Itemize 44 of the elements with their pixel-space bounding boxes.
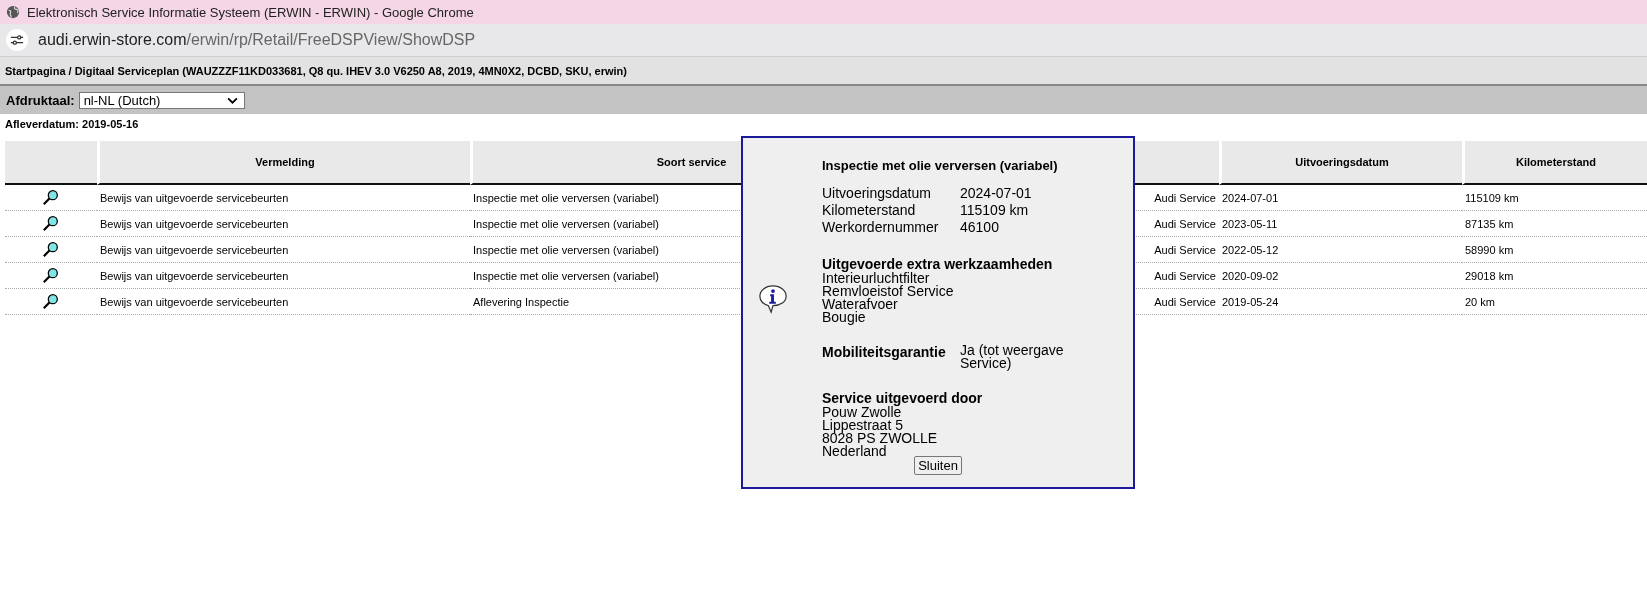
language-select[interactable]: nl-NL (Dutch): [78, 91, 245, 109]
table-cell: Bewijs van uitgevoerde servicebeurten: [97, 237, 470, 263]
table-cell: 115109 km: [1462, 185, 1647, 211]
table-cell: 58990 km: [1462, 237, 1647, 263]
table-cell: Bewijs van uitgevoerde servicebeurten: [97, 185, 470, 211]
delivery-date: Afleverdatum: 2019-05-16: [4, 117, 140, 132]
address-line: Lippestraat 5: [822, 419, 904, 432]
globe-icon: [6, 5, 20, 19]
url-text[interactable]: audi.erwin-store.com/erwin/rp/Retail/FreeDSPView/ShowDSP: [38, 31, 476, 49]
language-label: Afdruktaal:: [6, 92, 75, 108]
table-cell: Bewijs van uitgevoerde servicebeurten: [97, 289, 470, 315]
address-line: Nederland: [822, 445, 888, 458]
window-title: Elektronisch Service Informatie Systeem (ERWIN - ERWIN) - Google Chrome: [27, 4, 474, 20]
detail-value: 46100: [960, 219, 1000, 236]
chevron-down-icon: [226, 96, 238, 104]
table-cell: 2019-05-24: [1219, 289, 1462, 315]
magnifier-icon[interactable]: [42, 291, 60, 310]
address-line: 8028 PS ZWOLLE: [822, 432, 939, 445]
site-settings-icon[interactable]: [6, 29, 28, 51]
table-cell: 87135 km: [1462, 211, 1647, 237]
work-item: Waterafvoer: [822, 298, 899, 311]
mobility-value: Ja (tot weergave Service): [960, 344, 1065, 370]
table-cell: 2024-07-01: [1219, 185, 1462, 211]
section-heading: Service uitgevoerd door: [822, 390, 984, 406]
breadcrumb: Startpagina / Digitaal Serviceplan (WAUZZZF11KD033681, Q8 qu. IHEV 3.0 V6250 A8, 2019, 4MN0X2, DCBD, SKU, erwin): [5, 64, 627, 77]
column-header: Kilometerstand: [1462, 141, 1647, 185]
table-cell: 2023-05-11: [1219, 211, 1462, 237]
magnifier-icon[interactable]: [42, 265, 60, 284]
mobility-label: Mobiliteitsgarantie: [822, 344, 947, 362]
magnifier-icon[interactable]: [42, 239, 60, 258]
magnifier-icon[interactable]: [42, 187, 60, 206]
table-cell: 20 km: [1462, 289, 1647, 315]
info-bubble-icon: [757, 284, 789, 314]
close-button[interactable]: Sluiten: [914, 456, 962, 475]
table-cell: 2020-09-02: [1219, 263, 1462, 289]
column-header: Uitvoeringsdatum: [1219, 141, 1462, 185]
column-header: Vermelding: [97, 141, 470, 185]
table-cell: Bewijs van uitgevoerde servicebeurten: [97, 263, 470, 289]
table-cell: Bewijs van uitgevoerde servicebeurten: [97, 211, 470, 237]
table-cell: 29018 km: [1462, 263, 1647, 289]
magnifier-icon[interactable]: [42, 213, 60, 232]
detail-value: 2024-07-01: [960, 185, 1033, 202]
table-cell: 2022-05-12: [1219, 237, 1462, 263]
address-line: Pouw Zwolle: [822, 406, 902, 419]
